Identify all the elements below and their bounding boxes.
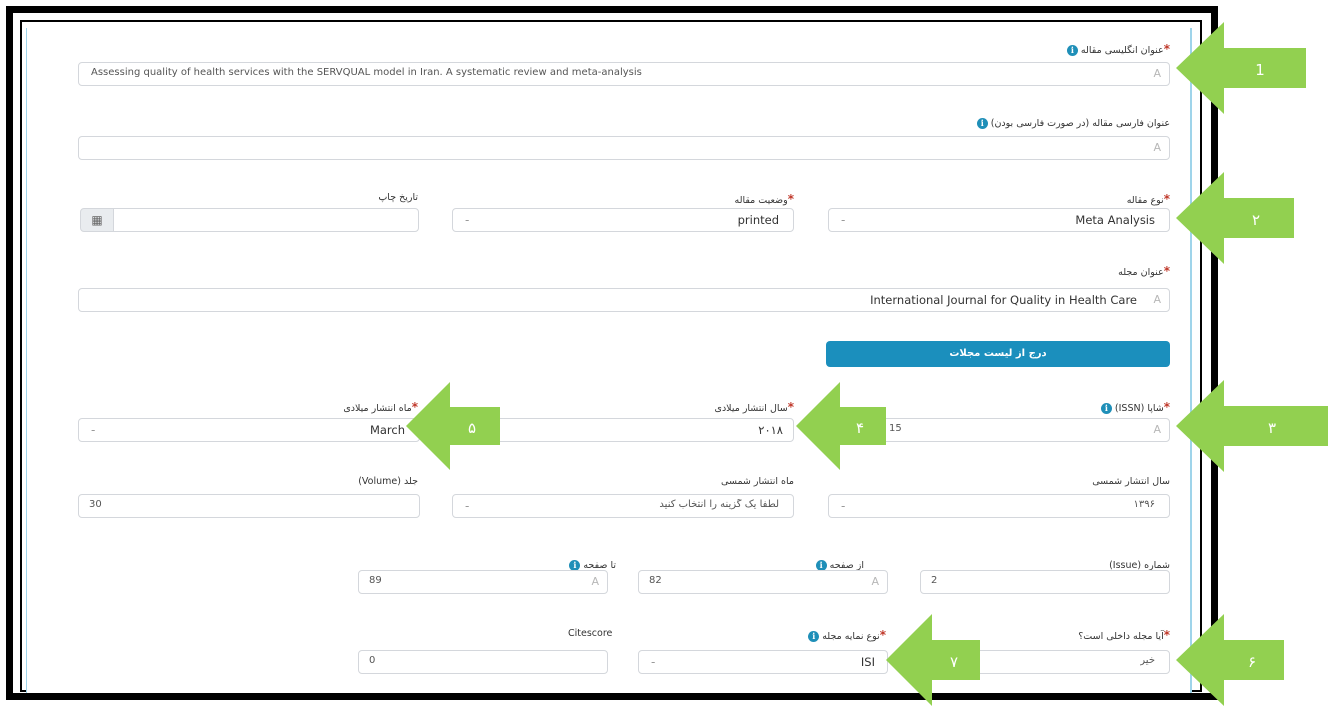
annotation-arrow-3: ۳ (1176, 380, 1328, 472)
persian-title-label: عنوان فارسی مقاله (در صورت فارسی بودن)i (974, 118, 1170, 129)
annotation-number-1: 1 (1255, 61, 1265, 79)
text-input-icon: A (591, 575, 599, 588)
annotation-arrow-1: 1 (1176, 22, 1306, 114)
annotation-number-4: ۴ (856, 419, 864, 437)
required-mark: * (1163, 42, 1170, 56)
print-date-input[interactable] (113, 208, 419, 232)
solar-month-label: ماه انتشار شمسی (721, 476, 794, 487)
issue-input[interactable]: 2 (920, 570, 1170, 594)
annotation-number-2: ۲ (1252, 211, 1260, 229)
annotation-arrow-6: ۶ (1176, 614, 1284, 706)
english-title-label: *عنوان انگلیسی مقالهi (1064, 42, 1170, 56)
info-icon[interactable]: i (808, 631, 820, 642)
info-icon[interactable]: i (1100, 403, 1112, 414)
persian-title-input[interactable]: A (78, 136, 1170, 160)
issn-label: *شاپا (ISSN)i (1098, 400, 1170, 414)
text-input-icon: A (1153, 423, 1161, 436)
article-status-select[interactable]: - printed (452, 208, 794, 232)
journal-title-input[interactable]: International Journal for Quality in Hea… (78, 288, 1170, 312)
text-input-icon: A (1153, 293, 1161, 306)
calendar-icon[interactable]: ▦ (80, 208, 114, 232)
article-type-label: *نوع مقاله (1126, 192, 1170, 206)
solar-year-select[interactable]: - ۱۳۹۶ (828, 494, 1170, 518)
solar-year-label: سال انتشار شمسی (1092, 476, 1170, 487)
text-input-icon: A (1153, 67, 1161, 80)
citescore-input[interactable]: 0 (358, 650, 608, 674)
pub-year-label: *سال انتشار میلادی (714, 400, 794, 414)
from-page-input[interactable]: 82 A (638, 570, 888, 594)
volume-input[interactable]: 30 (78, 494, 420, 518)
annotation-number-6: ۶ (1248, 653, 1256, 671)
annotation-number-3: ۳ (1268, 419, 1276, 437)
annotation-arrow-2: ۲ (1176, 172, 1294, 264)
info-icon[interactable]: i (976, 118, 988, 129)
to-page-input[interactable]: 89 A (358, 570, 608, 594)
text-input-icon: A (1153, 141, 1161, 154)
print-date-label: تاریخ چاپ (378, 192, 418, 203)
annotation-arrow-7: ۷ (886, 614, 980, 706)
annotation-arrow-5: ۵ (406, 382, 500, 470)
english-title-input[interactable]: Assessing quality of health services wit… (78, 62, 1170, 86)
journal-list-button[interactable]: درج از لیست مجلات (826, 341, 1170, 367)
citescore-label: Citescore (568, 628, 613, 639)
pub-month-select[interactable]: - March (78, 418, 420, 442)
journal-title-label: *عنوان مجله (1118, 264, 1170, 278)
article-status-label: *وضعیت مقاله (734, 192, 794, 206)
domestic-label: *آیا مجله داخلی است؟ (1078, 628, 1170, 642)
text-input-icon: A (871, 575, 879, 588)
annotation-arrow-4: ۴ (796, 382, 886, 470)
solar-month-select[interactable]: - لطفا یک گزینه را انتخاب کنید (452, 494, 794, 518)
index-type-select[interactable]: - ISI (638, 650, 888, 674)
annotation-number-5: ۵ (468, 419, 476, 437)
article-type-select[interactable]: - Meta Analysis (828, 208, 1170, 232)
info-icon[interactable]: i (1066, 45, 1078, 56)
volume-label: جلد (Volume) (358, 476, 418, 487)
pub-year-input[interactable]: ۲۰۱۸ (452, 418, 794, 442)
annotation-number-7: ۷ (950, 653, 958, 671)
index-type-label: *نوع نمایه مجلهi (805, 628, 886, 642)
